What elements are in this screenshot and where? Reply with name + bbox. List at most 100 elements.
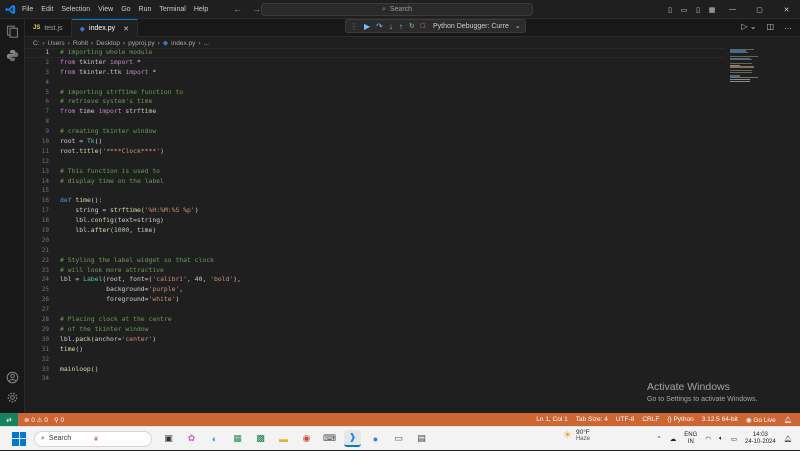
code-line[interactable]: # creating tkinter window [60, 127, 241, 137]
explorer-folder-icon[interactable]: ▬ [275, 430, 292, 447]
excel-icon[interactable]: ▩ [252, 430, 269, 447]
weather-widget[interactable]: ☀ 90°F Haze [563, 429, 590, 442]
menu-view[interactable]: View [98, 6, 113, 13]
code-line[interactable] [60, 117, 241, 127]
code-line[interactable]: # Placing clock at the centre [60, 315, 241, 325]
line-endings[interactable]: CRLF [642, 416, 659, 423]
clock[interactable]: 14:03 24-10-2024 [745, 432, 776, 446]
code-line[interactable]: lbl.pack(anchor='center') [60, 335, 241, 345]
split-editor-icon[interactable]: ◫ [766, 22, 774, 31]
code-line[interactable]: time() [60, 345, 241, 355]
code-line[interactable]: mainloop() [60, 365, 241, 375]
code-line[interactable]: # Styling the label widget so that clock [60, 256, 241, 266]
layout-panel-icon[interactable]: ▭ [677, 6, 691, 14]
edge-icon[interactable]: ◐ [206, 430, 223, 447]
code-line[interactable]: lbl.config(text=string) [60, 216, 241, 226]
code-line[interactable]: background='purple', [60, 285, 241, 295]
menu-edit[interactable]: Edit [41, 6, 53, 13]
code-line[interactable]: from tkinter.ttk import * [60, 68, 241, 78]
debug-config-select[interactable]: Python Debugger: Curre [433, 23, 509, 30]
code-line[interactable] [60, 236, 241, 246]
code-line[interactable]: root = Tk() [60, 137, 241, 147]
code-line[interactable]: lbl.after(1000, time) [60, 226, 241, 236]
wifi-icon[interactable]: ◠ [705, 435, 711, 443]
vscode-taskbar-icon[interactable]: ❱ [344, 430, 361, 447]
code-line[interactable]: from tkinter import * [60, 58, 241, 68]
remote-icon[interactable]: ⇄ [0, 413, 18, 426]
code-line[interactable] [60, 305, 241, 315]
menu-help[interactable]: Help [194, 6, 208, 13]
explorer-icon[interactable] [0, 21, 25, 41]
menu-terminal[interactable]: Terminal [159, 6, 185, 13]
language-indicator[interactable]: ENG IN [684, 432, 697, 446]
code-line[interactable]: # display time on the label [60, 177, 241, 187]
code-line[interactable] [60, 157, 241, 167]
layout-custom-icon[interactable]: ▦ [705, 6, 719, 14]
breadcrumb-item[interactable]: Rohit [73, 40, 88, 47]
copilot-icon[interactable]: ✿ [183, 430, 200, 447]
code-line[interactable]: # will look more attractive [60, 266, 241, 276]
code-line[interactable]: root.title('****Clock****') [60, 147, 241, 157]
photos-icon[interactable]: ▦ [229, 430, 246, 447]
tab-index-py[interactable]: ◆ index.py ✕ [71, 19, 138, 37]
back-arrow-icon[interactable]: ← [233, 4, 242, 14]
notifications-bell-icon[interactable]: 🔔︎ [784, 416, 792, 424]
breadcrumb-item[interactable]: ... [204, 40, 209, 47]
python-icon[interactable] [0, 45, 25, 65]
code-line[interactable]: from time import strftime [60, 107, 241, 117]
code-line[interactable]: lbl = Label(root, font=('calibri', 40, '… [60, 275, 241, 285]
step-over-icon[interactable]: ↷ [376, 22, 383, 31]
more-actions-icon[interactable]: … [784, 22, 792, 31]
chevron-down-icon[interactable]: ⌄ [515, 22, 521, 30]
messenger-icon[interactable]: ● [367, 430, 384, 447]
chevron-up-icon[interactable]: ⌃ [656, 435, 661, 443]
code-line[interactable]: # importing whole module [60, 48, 241, 58]
code-line[interactable]: # This function is used to [60, 167, 241, 177]
go-live-button[interactable]: ◉ Go Live [746, 416, 776, 424]
step-into-icon[interactable]: ↓ [389, 22, 393, 31]
cursor-position[interactable]: Ln 1, Col 1 [536, 416, 567, 423]
code-editor[interactable]: 1 2 3 4 5 6 7 8 9 10 11 12 13 14 15 16 17 18 19 20 21 22 23 24 2… [25, 48, 800, 413]
code-line[interactable]: string = strftime('%H:%M:%S %p') [60, 206, 241, 216]
code-line[interactable] [60, 246, 241, 256]
stop-icon[interactable]: □ [421, 23, 425, 30]
monitor-icon[interactable]: ▭ [390, 430, 407, 447]
calculator-icon[interactable]: ▤ [413, 430, 430, 447]
maximize-icon[interactable]: ▢ [746, 6, 773, 14]
code-line[interactable]: # retrieve system's time [60, 97, 241, 107]
task-view-icon[interactable]: ▣ [160, 430, 177, 447]
file-encoding[interactable]: UTF-8 [616, 416, 634, 423]
notification-center-icon[interactable]: 🔔︎ [784, 435, 792, 443]
code-line[interactable]: def time(): [60, 196, 241, 206]
code-line[interactable] [60, 355, 241, 365]
code-line[interactable]: # importing strftime function to [60, 88, 241, 98]
settings-gear-icon[interactable] [0, 387, 25, 407]
code-line[interactable] [60, 186, 241, 196]
layout-sidebar-icon[interactable]: ▯ [663, 6, 677, 14]
tab-size[interactable]: Tab Size: 4 [576, 416, 608, 423]
command-search[interactable]: ⌕ Search [261, 3, 533, 16]
code-line[interactable] [60, 78, 241, 88]
code-area[interactable]: # importing whole module from tkinter imp… [60, 48, 241, 384]
minimize-icon[interactable]: — [719, 6, 746, 13]
code-line[interactable]: foreground='white') [60, 295, 241, 305]
menu-selection[interactable]: Selection [61, 6, 90, 13]
restart-icon[interactable]: ↻ [409, 22, 415, 30]
taskbar-search[interactable]: ⌕ Search ❦ [34, 430, 152, 447]
language-mode[interactable]: {} Python [667, 416, 693, 423]
battery-icon[interactable]: ▭ [731, 435, 737, 443]
close-tab-icon[interactable]: ✕ [123, 25, 129, 33]
forward-arrow-icon[interactable]: → [252, 4, 261, 14]
breadcrumb-item[interactable]: pyproj.py [128, 40, 154, 47]
cloud-icon[interactable]: ☁ [670, 435, 677, 443]
python-version[interactable]: 3.12.5 64-bit [702, 416, 738, 423]
problems-indicator[interactable]: ⊗ 0 ⚠ 0 [24, 416, 48, 424]
continue-icon[interactable]: ▶ [364, 22, 370, 31]
breadcrumb-item[interactable]: index.py [171, 40, 195, 47]
minimap[interactable] [730, 48, 770, 88]
terminal-icon[interactable]: ⌨ [321, 430, 338, 447]
code-line[interactable] [60, 374, 241, 384]
menu-go[interactable]: Go [121, 6, 130, 13]
chrome-icon[interactable]: ◉ [298, 430, 315, 447]
windows-start-icon[interactable] [12, 431, 26, 446]
